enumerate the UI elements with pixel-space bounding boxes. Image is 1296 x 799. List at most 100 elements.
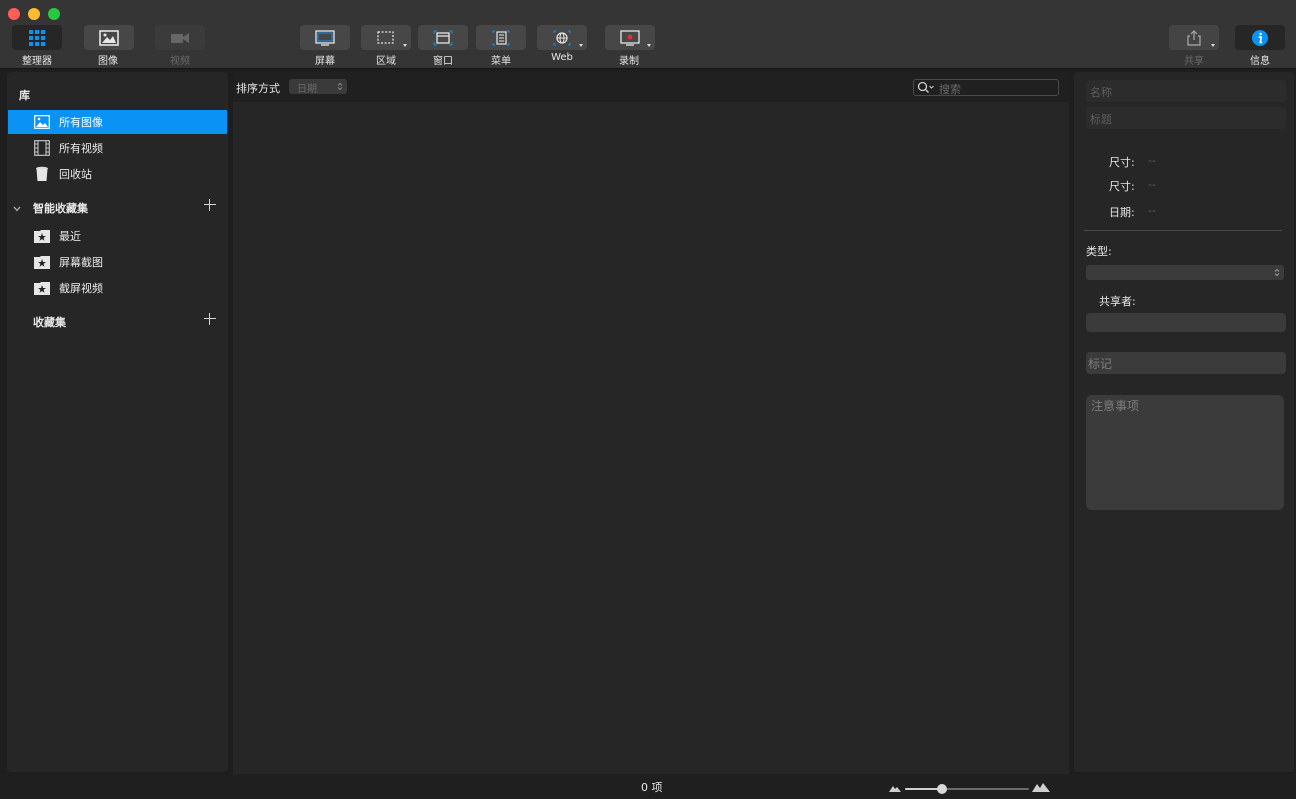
video-camera-icon (171, 32, 189, 43)
sidebar: 库 所有图像 所有视频 回收站 智能收藏集 最近 屏幕截图 截屏视频 收藏集 (7, 72, 228, 772)
sort-bar: 排序方式 日期 搜索 (233, 72, 1069, 102)
tags-field[interactable]: 标记 (1086, 352, 1286, 374)
sidebar-item-label: 屏幕截图 (59, 256, 103, 269)
capture-screen-label: 屏幕 (315, 56, 335, 67)
minimize-window-button[interactable] (28, 8, 40, 20)
search-placeholder: 搜索 (939, 83, 961, 96)
window-icon (433, 30, 453, 45)
zoom-window-button[interactable] (48, 8, 60, 20)
dimensions-label: 尺寸: (1109, 180, 1135, 193)
date-label: 日期: (1109, 206, 1135, 219)
date-value: -- (1148, 204, 1156, 217)
stepper-arrows-icon (337, 82, 343, 91)
image-icon (34, 115, 50, 129)
share-label: 共享 (1184, 56, 1204, 67)
title-field[interactable]: 标题 (1086, 107, 1286, 129)
content-area: 排序方式 日期 搜索 (233, 72, 1069, 774)
dropdown-arrow-icon (1211, 44, 1215, 47)
sidebar-item-label: 所有图像 (59, 116, 103, 129)
capture-screen-button[interactable] (300, 25, 350, 50)
name-placeholder: 名称 (1090, 86, 1112, 99)
stepper-arrows-icon (1274, 268, 1280, 277)
sidebar-item-trash[interactable]: 回收站 (7, 162, 226, 186)
sidebar-item-screencasts[interactable]: 截屏视频 (7, 276, 226, 300)
star-folder-icon (34, 255, 50, 269)
info-button[interactable] (1235, 25, 1285, 50)
status-bar: 0 项 (0, 774, 1296, 799)
grid-icon (29, 29, 45, 46)
sidebar-item-all-images[interactable]: 所有图像 (8, 110, 227, 134)
trash-icon (34, 166, 50, 181)
title-placeholder: 标题 (1090, 113, 1112, 126)
dropdown-arrow-icon (647, 44, 651, 47)
screen-record-icon (620, 29, 640, 46)
name-field[interactable]: 名称 (1086, 80, 1286, 102)
collections-header: 收藏集 (33, 316, 66, 329)
capture-menu-label: 菜单 (491, 56, 511, 67)
capture-menu-button[interactable] (476, 25, 526, 50)
region-select-icon (377, 30, 394, 44)
capture-region-label: 区域 (376, 56, 396, 67)
sidebar-item-label: 所有视频 (59, 142, 103, 155)
star-folder-icon (34, 281, 50, 295)
record-button[interactable] (605, 25, 655, 50)
dropdown-arrow-icon (403, 44, 407, 47)
size-label: 尺寸: (1109, 156, 1135, 169)
globe-icon (553, 30, 571, 45)
shared-by-label: 共享者: (1099, 295, 1136, 308)
sidebar-item-label: 截屏视频 (59, 282, 103, 295)
images-label: 图像 (98, 56, 118, 67)
star-folder-icon (34, 229, 50, 243)
search-icon (917, 81, 934, 93)
type-label: 类型: (1086, 245, 1112, 258)
add-collection-button[interactable] (204, 313, 216, 325)
sidebar-item-recent[interactable]: 最近 (7, 224, 226, 248)
zoom-slider-knob[interactable] (937, 784, 947, 794)
divider (1084, 230, 1282, 231)
zoom-slider[interactable] (905, 784, 1029, 794)
notes-field[interactable]: 注意事项 (1086, 395, 1284, 510)
sidebar-item-all-videos[interactable]: 所有视频 (7, 136, 226, 160)
info-icon (1252, 29, 1268, 46)
capture-region-button[interactable] (361, 25, 411, 50)
smart-collections-header: 智能收藏集 (33, 202, 88, 215)
share-icon (1187, 29, 1201, 46)
item-count: 0 项 (641, 781, 663, 794)
tags-placeholder: 标记 (1088, 357, 1113, 371)
menu-icon (492, 30, 510, 45)
share-button[interactable] (1169, 25, 1219, 50)
capture-web-label: Web (551, 52, 573, 63)
library-header: 库 (19, 89, 30, 102)
info-label: 信息 (1250, 56, 1270, 67)
organizer-button[interactable] (12, 25, 62, 50)
chevron-down-icon[interactable] (13, 202, 21, 212)
notes-placeholder: 注意事项 (1091, 399, 1140, 413)
info-panel: 名称 标题 尺寸: -- 尺寸: -- 日期: -- 类型: 共享者: 标记 注… (1074, 72, 1294, 772)
dimensions-value: -- (1148, 178, 1156, 191)
sort-select[interactable]: 日期 (289, 79, 347, 95)
dropdown-arrow-icon (579, 44, 583, 47)
small-mountain-icon (889, 786, 901, 792)
add-smart-collection-button[interactable] (204, 199, 216, 211)
screen-icon (315, 29, 335, 46)
size-value: -- (1148, 154, 1156, 167)
video-button[interactable] (155, 25, 205, 50)
sidebar-item-label: 最近 (59, 230, 81, 243)
sidebar-item-screenshots[interactable]: 屏幕截图 (7, 250, 226, 274)
images-button[interactable] (84, 25, 134, 50)
search-field[interactable]: 搜索 (913, 79, 1059, 96)
capture-web-button[interactable] (537, 25, 587, 50)
sort-label: 排序方式 (236, 82, 280, 95)
sidebar-item-label: 回收站 (59, 168, 92, 181)
large-mountain-icon (1032, 783, 1050, 792)
close-window-button[interactable] (8, 8, 20, 20)
image-icon (99, 29, 119, 46)
record-label: 录制 (619, 56, 639, 67)
capture-window-button[interactable] (418, 25, 468, 50)
shared-by-field[interactable] (1086, 313, 1286, 332)
type-select[interactable] (1086, 265, 1284, 280)
organizer-label: 整理器 (22, 56, 52, 67)
video-label: 视频 (170, 56, 190, 67)
capture-window-label: 窗口 (433, 56, 453, 67)
sort-select-value: 日期 (297, 84, 317, 95)
